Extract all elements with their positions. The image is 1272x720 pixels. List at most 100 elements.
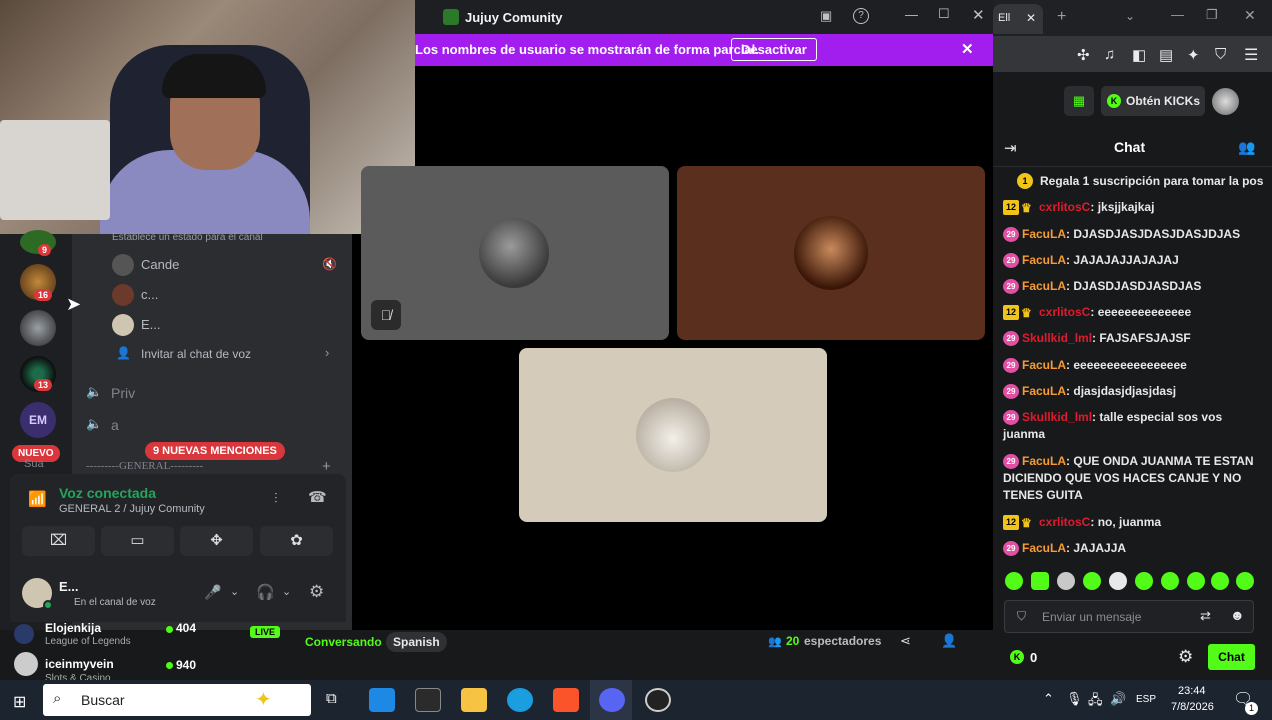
chat-username[interactable]: Skullkid_lml bbox=[1022, 410, 1092, 424]
chat-username[interactable]: Skullkid_lml bbox=[1022, 331, 1092, 345]
chat-input[interactable]: Enviar un mensaje bbox=[1042, 610, 1141, 624]
minimize-icon[interactable]: — bbox=[905, 7, 918, 22]
server-icon-3[interactable] bbox=[20, 310, 56, 346]
chat-username[interactable]: FacuLA bbox=[1022, 253, 1066, 267]
vpn-shield-icon[interactable]: ⛉ bbox=[1215, 46, 1226, 63]
clock-date[interactable]: 7/8/2026 bbox=[1171, 701, 1214, 713]
music-icon[interactable]: ♫ bbox=[1104, 46, 1115, 63]
category-general[interactable]: ---------GENERAL--------- bbox=[86, 460, 203, 472]
browser-close-icon[interactable]: ✕ bbox=[1244, 7, 1256, 24]
chat-username[interactable]: cxrlitosC bbox=[1039, 200, 1090, 214]
add-channel-icon[interactable]: + bbox=[322, 458, 331, 475]
recommended-name-2[interactable]: iceinmyvein bbox=[45, 657, 114, 671]
soundboard-button[interactable]: ✿ bbox=[260, 526, 333, 556]
browser-minimize-icon[interactable]: — bbox=[1171, 7, 1184, 22]
get-kicks-button[interactable]: K Obtén KICKs bbox=[1101, 86, 1205, 116]
channel-a[interactable]: a bbox=[111, 417, 119, 433]
microphone-icon[interactable]: 🎤 bbox=[204, 584, 221, 601]
voice-member-1[interactable]: Cande bbox=[141, 257, 179, 272]
discord-app-icon[interactable] bbox=[599, 688, 625, 712]
taskbar-search-box[interactable]: ⌕ Buscar ✦ bbox=[43, 684, 311, 716]
chat-username[interactable]: FacuLA bbox=[1022, 541, 1066, 555]
video-tile-3[interactable] bbox=[519, 348, 827, 522]
tray-network-icon[interactable]: 🖧 bbox=[1088, 691, 1103, 713]
tab-close-icon[interactable]: ✕ bbox=[1026, 11, 1036, 25]
start-icon[interactable]: ⊞ bbox=[13, 692, 26, 712]
new-tab-icon[interactable]: + bbox=[1057, 8, 1066, 26]
language-tag[interactable]: Spanish bbox=[386, 632, 447, 652]
tray-volume-icon[interactable]: 🔊 bbox=[1110, 691, 1126, 707]
screen-share-button[interactable]: ▭ bbox=[101, 526, 174, 556]
voice-channel[interactable]: GENERAL 2 / Jujuy Comunity bbox=[59, 503, 205, 515]
channel-priv[interactable]: Priv bbox=[111, 385, 135, 401]
activities-button[interactable]: ✥ bbox=[180, 526, 253, 556]
emoji-icon[interactable]: ☻ bbox=[1230, 607, 1245, 623]
app-icon[interactable] bbox=[415, 688, 441, 712]
pinned-gift-text[interactable]: Regala 1 suscripción para tomar la pos bbox=[1040, 174, 1263, 188]
keyboard-language[interactable]: ESP bbox=[1136, 694, 1156, 705]
follow-icon[interactable]: 👤 bbox=[941, 633, 957, 649]
edge-browser-icon[interactable] bbox=[507, 688, 533, 712]
share-icon[interactable]: ⋖ bbox=[900, 633, 911, 649]
server-icon-5[interactable]: EM bbox=[20, 402, 56, 438]
noise-suppression-icon[interactable]: ⫶ bbox=[274, 490, 278, 507]
browser-restore-icon[interactable]: ❐ bbox=[1206, 7, 1218, 23]
maximize-icon[interactable]: ☐ bbox=[938, 6, 950, 22]
category-link[interactable]: Conversando bbox=[305, 635, 382, 649]
voice-status[interactable]: Voz conectada bbox=[59, 485, 156, 501]
voice-member-2[interactable]: c... bbox=[141, 287, 158, 302]
deactivate-button[interactable]: Desactivar bbox=[731, 38, 817, 61]
disconnect-icon[interactable]: ☎ bbox=[308, 488, 327, 506]
store-app-icon[interactable] bbox=[369, 688, 395, 712]
chat-username[interactable]: cxrlitosC bbox=[1039, 305, 1090, 319]
headphones-icon[interactable]: 🎧 bbox=[256, 583, 275, 601]
recommended-avatar-2[interactable] bbox=[14, 652, 38, 676]
quick-emote-icon[interactable]: ⇄ bbox=[1200, 608, 1211, 624]
emote-icon[interactable] bbox=[1109, 572, 1127, 590]
clock-time[interactable]: 23:44 bbox=[1178, 685, 1206, 697]
settings-gear-icon[interactable]: ⚙ bbox=[309, 582, 324, 602]
tray-chevron-icon[interactable]: ⌃ bbox=[1043, 691, 1054, 707]
chat-username[interactable]: FacuLA bbox=[1022, 454, 1066, 468]
emote-icon[interactable] bbox=[1187, 572, 1205, 590]
video-tile-1[interactable]: 🎙̸ bbox=[361, 166, 669, 340]
user-name[interactable]: E... bbox=[59, 579, 79, 594]
emote-icon[interactable] bbox=[1236, 572, 1254, 590]
sidebar-icon[interactable]: ◧ bbox=[1132, 46, 1146, 64]
close-icon[interactable]: ✕ bbox=[972, 6, 985, 24]
extensions-icon[interactable]: ✣ bbox=[1077, 46, 1090, 64]
store-button[interactable]: ▦ bbox=[1064, 86, 1094, 116]
invite-to-voice[interactable]: Invitar al chat de voz bbox=[141, 347, 251, 361]
chat-username[interactable]: FacuLA bbox=[1022, 358, 1066, 372]
chat-username[interactable]: FacuLA bbox=[1022, 227, 1066, 241]
send-chat-button[interactable]: Chat bbox=[1208, 644, 1255, 670]
help-icon[interactable]: ? bbox=[853, 8, 869, 24]
task-view-icon[interactable]: ⧉ bbox=[326, 690, 337, 707]
emote-icon[interactable] bbox=[1135, 572, 1153, 590]
new-mentions-pill[interactable]: 9 NUEVAS MENCIONES bbox=[145, 442, 285, 460]
chat-input-box[interactable]: ⛉ Enviar un mensaje ⇄ ☻ bbox=[1004, 600, 1254, 633]
status-hint[interactable]: Establece un estado para el canal bbox=[112, 232, 263, 243]
chat-username[interactable]: cxrlitosC bbox=[1039, 515, 1090, 529]
chat-username[interactable]: FacuLA bbox=[1022, 384, 1066, 398]
chevron-down-icon[interactable]: ⌄ bbox=[282, 585, 291, 598]
recommended-name-1[interactable]: Elojenkija bbox=[45, 621, 101, 635]
emote-icon[interactable] bbox=[1031, 572, 1049, 590]
camera-off-button[interactable]: ⌧ bbox=[22, 526, 95, 556]
browser-tab[interactable]: Ell ✕ bbox=[993, 4, 1043, 34]
emote-icon[interactable] bbox=[1083, 572, 1101, 590]
emote-icon[interactable] bbox=[1161, 572, 1179, 590]
inbox-icon[interactable]: ▣ bbox=[820, 8, 832, 24]
leo-ai-icon[interactable]: ✦ bbox=[1187, 46, 1200, 64]
video-tile-2[interactable] bbox=[677, 166, 985, 340]
banner-close-icon[interactable]: ✕ bbox=[961, 40, 974, 58]
chat-settings-icon[interactable]: ⚙ bbox=[1178, 647, 1193, 667]
collapse-chat-icon[interactable]: ⇥ bbox=[1004, 139, 1017, 157]
chevron-down-icon[interactable]: ⌄ bbox=[230, 585, 239, 598]
chat-username[interactable]: FacuLA bbox=[1022, 279, 1066, 293]
emote-icon[interactable] bbox=[1005, 572, 1023, 590]
file-explorer-icon[interactable] bbox=[461, 688, 487, 712]
profile-avatar[interactable] bbox=[1212, 88, 1239, 115]
voice-member-3[interactable]: E... bbox=[141, 317, 161, 332]
brave-browser-icon[interactable] bbox=[553, 688, 579, 712]
